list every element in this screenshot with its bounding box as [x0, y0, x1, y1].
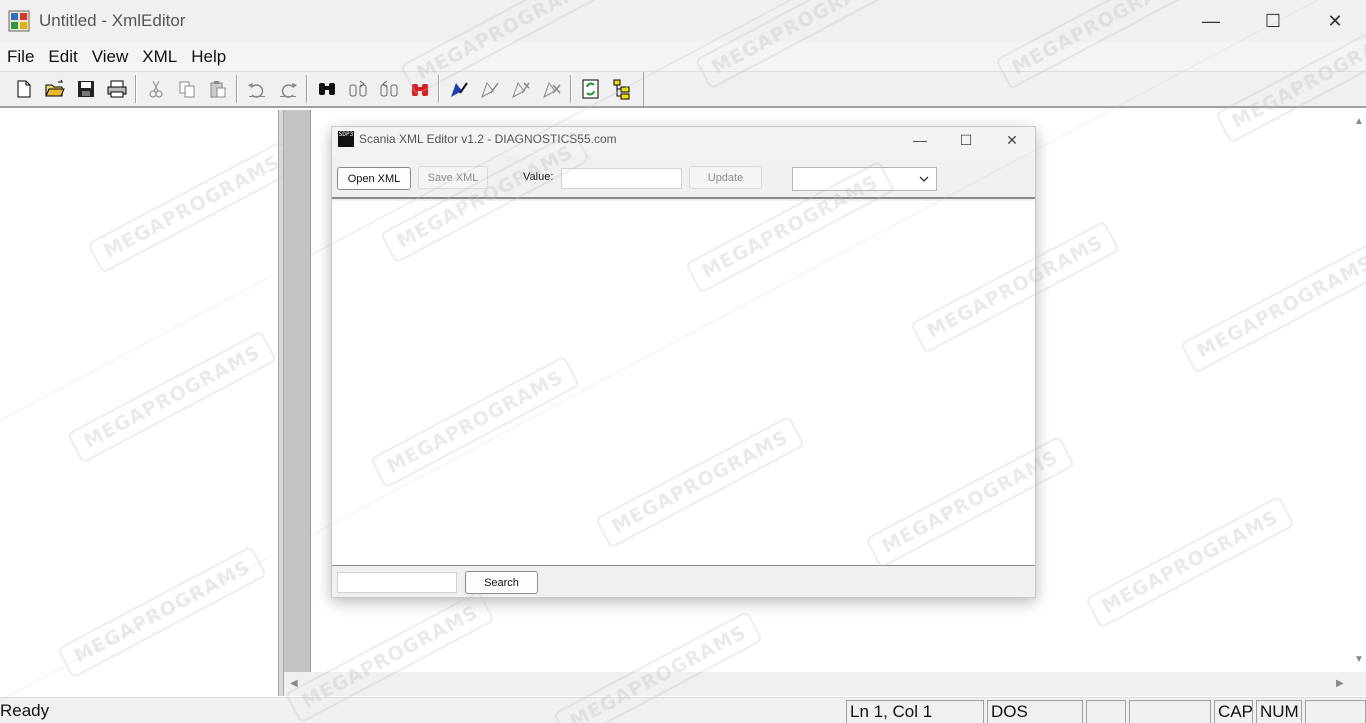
status-num: NUM	[1256, 700, 1302, 723]
search-button[interactable]: Search	[465, 571, 538, 594]
dialog-toolbar: Open XML Save XML Value: Update	[332, 155, 1035, 199]
status-panel-empty	[1129, 700, 1211, 723]
save-xml-button[interactable]: Save XML	[418, 166, 488, 189]
horizontal-scrollbar[interactable]: ◀ ▶	[284, 672, 1366, 696]
cut-icon[interactable]	[140, 74, 171, 104]
open-xml-button[interactable]: Open XML	[337, 167, 411, 190]
open-folder-icon[interactable]	[39, 74, 70, 104]
minimize-button[interactable]: —	[1180, 0, 1242, 42]
menu-view[interactable]: View	[85, 47, 136, 67]
maximize-icon: ☐	[1264, 10, 1282, 31]
toolbar-end	[643, 72, 644, 106]
replace-icon[interactable]	[404, 74, 435, 104]
sdp3-icon: SDP3	[338, 131, 354, 147]
minimize-icon: —	[913, 132, 927, 148]
toolbar-separator	[236, 75, 238, 103]
dialog-close-button[interactable]: ✕	[989, 127, 1035, 153]
validate-icon[interactable]	[443, 74, 474, 104]
status-panel-empty	[1086, 700, 1126, 723]
new-file-icon[interactable]	[8, 74, 39, 104]
copy-icon[interactable]	[171, 74, 202, 104]
chevron-down-icon	[919, 176, 929, 182]
maximize-button[interactable]: ☐	[1242, 0, 1304, 42]
paste-icon[interactable]	[202, 74, 233, 104]
minimize-icon: —	[1202, 10, 1220, 31]
update-button[interactable]: Update	[689, 166, 762, 189]
menu-xml[interactable]: XML	[135, 47, 184, 67]
status-ready: Ready	[0, 701, 50, 720]
menu-edit[interactable]: Edit	[41, 47, 84, 67]
search-input[interactable]	[337, 572, 457, 593]
toolbar-separator	[306, 75, 308, 103]
status-panel-empty	[1305, 700, 1366, 723]
dialog-title-bar[interactable]: SDP3 Scania XML Editor v1.2 - DIAGNOSTIC…	[332, 127, 1035, 155]
scania-xml-editor-dialog: SDP3 Scania XML Editor v1.2 - DIAGNOSTIC…	[331, 126, 1036, 598]
xslt-icon[interactable]	[536, 74, 567, 104]
menu-file[interactable]: File	[0, 47, 41, 67]
find-prev-icon[interactable]	[373, 74, 404, 104]
value-label: Value:	[523, 171, 554, 183]
window-title: Untitled - XmlEditor	[39, 11, 186, 30]
scroll-left-icon[interactable]: ◀	[290, 678, 298, 689]
scroll-up-icon[interactable]: ▲	[1354, 116, 1364, 127]
dialog-minimize-button[interactable]: —	[897, 127, 943, 153]
status-bar: Ready Ln 1, Col 1 DOS CAP NUM	[0, 697, 1366, 723]
undo-icon[interactable]	[241, 74, 272, 104]
dialog-title: Scania XML Editor v1.2 - DIAGNOSTICS55.c…	[359, 132, 617, 146]
dialog-maximize-button[interactable]: ☐	[943, 127, 989, 153]
tree-view-icon[interactable]	[606, 74, 637, 104]
find-next-icon[interactable]	[342, 74, 373, 104]
close-icon: ✕	[1006, 131, 1018, 148]
status-position: Ln 1, Col 1	[846, 700, 984, 723]
redo-icon[interactable]	[272, 74, 303, 104]
xpath-icon[interactable]	[505, 74, 536, 104]
status-format: DOS	[987, 700, 1083, 723]
menu-help[interactable]: Help	[184, 47, 233, 67]
vertical-scrollbar[interactable]: ▲ ▼	[1350, 110, 1366, 672]
xml-tree-area[interactable]	[332, 201, 1035, 565]
line-number-gutter	[284, 110, 311, 672]
find-icon[interactable]	[311, 74, 342, 104]
status-cap: CAP	[1214, 700, 1253, 723]
value-input[interactable]	[561, 168, 682, 189]
main-toolbar	[0, 72, 1366, 108]
toolbar-separator	[570, 75, 572, 103]
dialog-search-bar: Search	[332, 565, 1035, 597]
app-icon	[8, 10, 30, 32]
save-icon[interactable]	[70, 74, 101, 104]
scroll-down-icon[interactable]: ▼	[1354, 654, 1364, 665]
toolbar-separator	[438, 75, 440, 103]
close-icon: ✕	[1327, 10, 1343, 31]
pretty-print-icon[interactable]	[474, 74, 505, 104]
close-button[interactable]: ✕	[1304, 0, 1366, 42]
menu-bar: File Edit View XML Help	[0, 42, 1366, 72]
node-select-dropdown[interactable]	[792, 167, 937, 191]
print-icon[interactable]	[101, 74, 132, 104]
refresh-icon[interactable]	[575, 74, 606, 104]
tree-pane[interactable]	[0, 110, 278, 696]
title-bar: Untitled - XmlEditor — ☐ ✕	[0, 0, 1366, 42]
scroll-right-icon[interactable]: ▶	[1336, 678, 1344, 689]
maximize-icon: ☐	[959, 131, 973, 148]
toolbar-separator	[135, 75, 137, 103]
